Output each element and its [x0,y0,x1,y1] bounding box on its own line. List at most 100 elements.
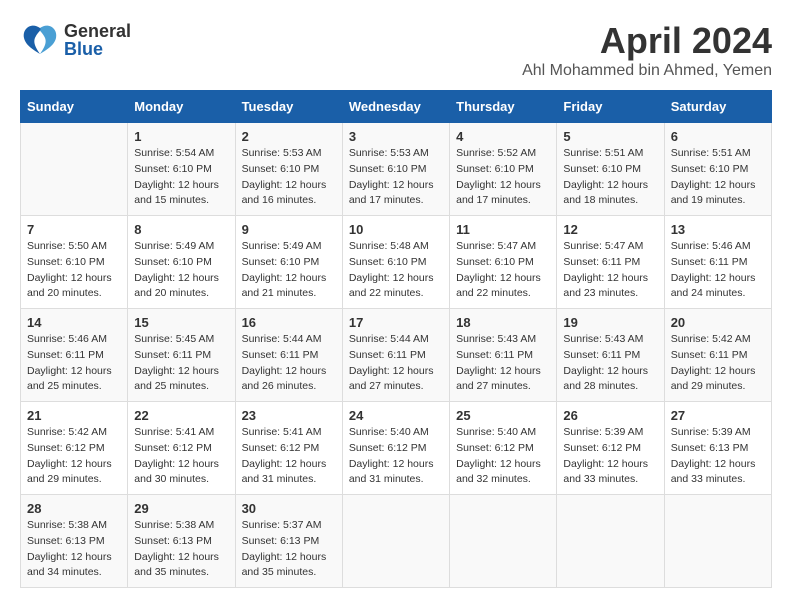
table-row: 6Sunrise: 5:51 AMSunset: 6:10 PMDaylight… [664,123,771,216]
calendar-week-row: 28 Sunrise: 5:38 AMSunset: 6:13 PMDayligh… [21,495,772,588]
calendar-week-row: 14Sunrise: 5:46 AMSunset: 6:11 PMDayligh… [21,309,772,402]
day-number: 13 [671,222,765,237]
main-title: April 2024 [522,20,772,62]
table-row: 21 Sunrise: 5:42 AMSunset: 6:12 PMDayligh… [21,402,128,495]
day-number: 26 [563,408,657,423]
day-number: 24 [349,408,443,423]
day-number: 4 [456,129,550,144]
day-number: 12 [563,222,657,237]
table-row: 13 Sunrise: 5:46 AMSunset: 6:11 PMDayligh… [664,216,771,309]
table-row: 23Sunrise: 5:41 AMSunset: 6:12 PMDayligh… [235,402,342,495]
day-info: Sunrise: 5:47 AMSunset: 6:10 PMDaylight:… [456,239,550,302]
day-number: 30 [242,501,336,516]
calendar-week-row: 1 Sunrise: 5:54 AMSunset: 6:10 PMDaylight… [21,123,772,216]
day-info: Sunrise: 5:41 AMSunset: 6:12 PMDaylight:… [134,425,228,488]
day-info: Sunrise: 5:49 AMSunset: 6:10 PMDaylight:… [134,239,228,302]
day-info: Sunrise: 5:41 AMSunset: 6:12 PMDaylight:… [242,425,336,488]
day-number: 9 [242,222,336,237]
table-row: 19 Sunrise: 5:43 AMSunset: 6:11 PMDayligh… [557,309,664,402]
day-number: 5 [563,129,657,144]
table-row [21,123,128,216]
table-row: 22 Sunrise: 5:41 AMSunset: 6:12 PMDayligh… [128,402,235,495]
day-number: 19 [563,315,657,330]
day-number: 16 [242,315,336,330]
day-info: Sunrise: 5:46 AMSunset: 6:11 PMDaylight:… [27,332,121,395]
table-row: 15Sunrise: 5:45 AMSunset: 6:11 PMDayligh… [128,309,235,402]
table-row: 5 Sunrise: 5:51 AMSunset: 6:10 PMDaylight… [557,123,664,216]
day-number: 22 [134,408,228,423]
table-row: 10Sunrise: 5:48 AMSunset: 6:10 PMDayligh… [342,216,449,309]
col-wednesday: Wednesday [342,91,449,123]
day-info: Sunrise: 5:48 AMSunset: 6:10 PMDaylight:… [349,239,443,302]
table-row: 29 Sunrise: 5:38 AMSunset: 6:13 PMDayligh… [128,495,235,588]
table-row: 1 Sunrise: 5:54 AMSunset: 6:10 PMDaylight… [128,123,235,216]
col-monday: Monday [128,91,235,123]
table-row: 3Sunrise: 5:53 AMSunset: 6:10 PMDaylight… [342,123,449,216]
day-info: Sunrise: 5:47 AMSunset: 6:11 PMDaylight:… [563,239,657,302]
table-row: 4 Sunrise: 5:52 AMSunset: 6:10 PMDaylight… [450,123,557,216]
day-number: 21 [27,408,121,423]
table-row: 12 Sunrise: 5:47 AMSunset: 6:11 PMDayligh… [557,216,664,309]
day-number: 1 [134,129,228,144]
day-number: 27 [671,408,765,423]
day-number: 15 [134,315,228,330]
day-info: Sunrise: 5:37 AMSunset: 6:13 PMDaylight:… [242,518,336,581]
table-row: 9Sunrise: 5:49 AMSunset: 6:10 PMDaylight… [235,216,342,309]
col-sunday: Sunday [21,91,128,123]
title-block: April 2024 Ahl Mohammed bin Ahmed, Yemen [522,20,772,80]
calendar-week-row: 7 Sunrise: 5:50 AMSunset: 6:10 PMDaylight… [21,216,772,309]
day-info: Sunrise: 5:54 AMSunset: 6:10 PMDaylight:… [134,146,228,209]
table-row: 30 Sunrise: 5:37 AMSunset: 6:13 PMDayligh… [235,495,342,588]
table-row [664,495,771,588]
day-number: 8 [134,222,228,237]
day-number: 7 [27,222,121,237]
day-info: Sunrise: 5:42 AMSunset: 6:12 PMDaylight:… [27,425,121,488]
col-friday: Friday [557,91,664,123]
logo-blue-text: Blue [64,40,131,58]
day-number: 28 [27,501,121,516]
logo-general-text: General [64,22,131,40]
day-info: Sunrise: 5:40 AMSunset: 6:12 PMDaylight:… [456,425,550,488]
day-number: 18 [456,315,550,330]
logo-text: General Blue [64,22,131,58]
day-number: 20 [671,315,765,330]
day-number: 3 [349,129,443,144]
day-info: Sunrise: 5:42 AMSunset: 6:11 PMDaylight:… [671,332,765,395]
col-thursday: Thursday [450,91,557,123]
day-info: Sunrise: 5:52 AMSunset: 6:10 PMDaylight:… [456,146,550,209]
day-info: Sunrise: 5:53 AMSunset: 6:10 PMDaylight:… [242,146,336,209]
day-number: 2 [242,129,336,144]
day-info: Sunrise: 5:38 AMSunset: 6:13 PMDaylight:… [27,518,121,581]
day-info: Sunrise: 5:43 AMSunset: 6:11 PMDaylight:… [563,332,657,395]
day-info: Sunrise: 5:51 AMSunset: 6:10 PMDaylight:… [671,146,765,209]
day-info: Sunrise: 5:50 AMSunset: 6:10 PMDaylight:… [27,239,121,302]
table-row: 18Sunrise: 5:43 AMSunset: 6:11 PMDayligh… [450,309,557,402]
calendar-table: Sunday Monday Tuesday Wednesday Thursday… [20,90,772,588]
table-row: 14Sunrise: 5:46 AMSunset: 6:11 PMDayligh… [21,309,128,402]
table-row [557,495,664,588]
day-info: Sunrise: 5:40 AMSunset: 6:12 PMDaylight:… [349,425,443,488]
subtitle: Ahl Mohammed bin Ahmed, Yemen [522,62,772,80]
day-number: 11 [456,222,550,237]
day-info: Sunrise: 5:51 AMSunset: 6:10 PMDaylight:… [563,146,657,209]
col-saturday: Saturday [664,91,771,123]
calendar-body: 1 Sunrise: 5:54 AMSunset: 6:10 PMDaylight… [21,123,772,588]
table-row: 16Sunrise: 5:44 AMSunset: 6:11 PMDayligh… [235,309,342,402]
day-info: Sunrise: 5:39 AMSunset: 6:13 PMDaylight:… [671,425,765,488]
table-row: 27 Sunrise: 5:39 AMSunset: 6:13 PMDayligh… [664,402,771,495]
table-row [450,495,557,588]
day-info: Sunrise: 5:44 AMSunset: 6:11 PMDaylight:… [349,332,443,395]
day-info: Sunrise: 5:38 AMSunset: 6:13 PMDaylight:… [134,518,228,581]
page-header: General Blue April 2024 Ahl Mohammed bin… [20,20,772,80]
logo-icon [20,20,60,60]
table-row: 25Sunrise: 5:40 AMSunset: 6:12 PMDayligh… [450,402,557,495]
table-row: 17 Sunrise: 5:44 AMSunset: 6:11 PMDayligh… [342,309,449,402]
table-row [342,495,449,588]
day-info: Sunrise: 5:46 AMSunset: 6:11 PMDaylight:… [671,239,765,302]
day-number: 17 [349,315,443,330]
day-number: 29 [134,501,228,516]
table-row: 2 Sunrise: 5:53 AMSunset: 6:10 PMDaylight… [235,123,342,216]
logo: General Blue [20,20,131,60]
calendar-week-row: 21 Sunrise: 5:42 AMSunset: 6:12 PMDayligh… [21,402,772,495]
table-row: 11 Sunrise: 5:47 AMSunset: 6:10 PMDayligh… [450,216,557,309]
